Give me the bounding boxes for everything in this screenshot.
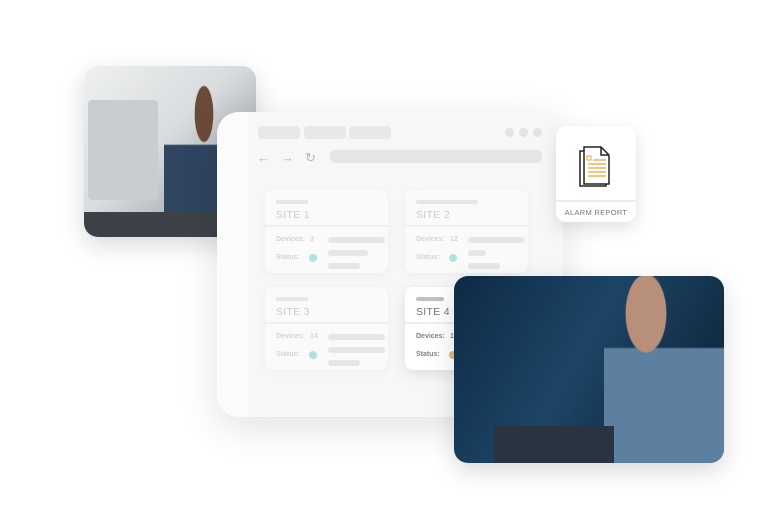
browser-tab[interactable] <box>349 126 391 139</box>
site-card[interactable]: SITE 3 Devices: 14 Status: <box>265 287 388 370</box>
person <box>604 276 724 463</box>
placeholder-bar <box>468 263 500 269</box>
placeholder-bar <box>328 250 368 256</box>
devices-label: Devices: <box>276 333 305 340</box>
divider <box>405 225 528 227</box>
alarm-report-label: ALARM REPORT <box>564 208 628 217</box>
reload-icon[interactable]: ↻ <box>305 150 316 166</box>
status-label: Status: <box>416 351 440 358</box>
status-label: Status: <box>276 254 300 261</box>
status-label: Status: <box>276 351 300 358</box>
site-card[interactable]: SITE 1 Devices: 3 Status: <box>265 190 388 273</box>
window-control[interactable] <box>505 128 514 137</box>
divider <box>556 200 636 202</box>
window-control[interactable] <box>519 128 528 137</box>
placeholder-bar <box>276 200 308 204</box>
site-title: SITE 3 <box>276 306 310 318</box>
devices-count: 12 <box>450 236 458 243</box>
placeholder-bar <box>328 360 360 366</box>
status-indicator <box>449 254 457 262</box>
back-icon[interactable]: ← <box>257 150 270 165</box>
devices-count: 3 <box>310 236 314 243</box>
alarm-report-card[interactable]: ALARM REPORT <box>556 126 636 222</box>
site-title: SITE 4 <box>416 306 450 318</box>
placeholder-bar <box>328 263 360 269</box>
keyboard <box>494 426 614 463</box>
site-card[interactable]: SITE 2 Devices: 12 Status: <box>405 190 528 273</box>
devices-label: Devices: <box>416 333 445 340</box>
divider <box>265 322 388 324</box>
placeholder-bar <box>328 347 385 353</box>
photo-man-typing <box>454 276 724 463</box>
placeholder-bar <box>416 297 444 301</box>
status-label: Status: <box>416 254 440 261</box>
site-title: SITE 2 <box>416 209 450 221</box>
browser-tab[interactable] <box>304 126 346 139</box>
site-title: SITE 1 <box>276 209 310 221</box>
devices-count: 14 <box>310 333 318 340</box>
devices-label: Devices: <box>416 236 445 243</box>
placeholder-bar <box>468 237 525 243</box>
placeholder-bar <box>416 200 478 204</box>
placeholder-bar <box>328 334 385 340</box>
window-control[interactable] <box>533 128 542 137</box>
placeholder-bar <box>276 297 308 301</box>
placeholder-bar <box>468 250 486 256</box>
address-bar[interactable] <box>330 150 542 163</box>
document-icon <box>579 146 610 187</box>
placeholder-bar <box>328 237 385 243</box>
divider <box>265 225 388 227</box>
devices-label: Devices: <box>276 236 305 243</box>
sidebar <box>217 112 248 417</box>
monitor <box>88 100 158 200</box>
status-indicator <box>309 351 317 359</box>
browser-tab[interactable] <box>258 126 300 139</box>
forward-icon[interactable]: → <box>281 150 294 165</box>
status-indicator <box>309 254 317 262</box>
